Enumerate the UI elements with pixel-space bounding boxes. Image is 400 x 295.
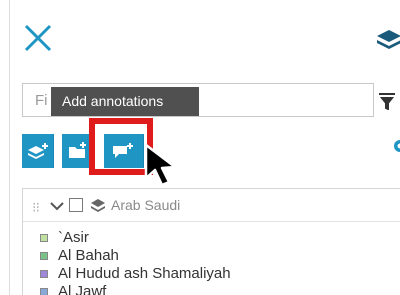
legend-swatch (40, 252, 48, 260)
legend-swatch (40, 234, 48, 242)
legend-item-label: Al Hudud ash Shamaliyah (58, 265, 231, 282)
legend-swatch (40, 288, 48, 295)
gear-icon[interactable] (390, 137, 400, 155)
layers-icon[interactable] (376, 27, 400, 53)
folder-button[interactable] (62, 134, 92, 168)
layers-plus-icon (28, 143, 48, 159)
legend-group-row: ⁝⁝ Arab Saudi (23, 189, 400, 222)
close-icon[interactable] (22, 22, 54, 54)
legend-item-label: Al Bahah (58, 247, 119, 264)
add-layer-button[interactable] (22, 134, 54, 168)
legend-item-label: Al Jawf (58, 283, 107, 295)
folder-plus-icon (69, 142, 86, 158)
mouse-cursor-icon (144, 143, 177, 187)
group-label: Arab Saudi (111, 197, 181, 213)
drag-handle-icon[interactable]: ⁝⁝ (32, 199, 40, 216)
legend-tree: ⁝⁝ Arab Saudi `Asir Al Bahah Al Hudud ash … (22, 188, 400, 295)
legend-swatch (40, 270, 48, 278)
filter-icon[interactable] (378, 92, 396, 110)
chevron-down-icon[interactable] (50, 201, 64, 211)
panel-divider (9, 0, 10, 295)
tooltip: Add annotations (51, 87, 199, 116)
layers-panel: Fi Add annotations ⁝⁝ Arab Saudi `Asir A… (0, 0, 400, 295)
group-checkbox[interactable] (69, 198, 83, 212)
legend-item-label: `Asir (58, 229, 89, 246)
layers-icon (91, 199, 105, 212)
